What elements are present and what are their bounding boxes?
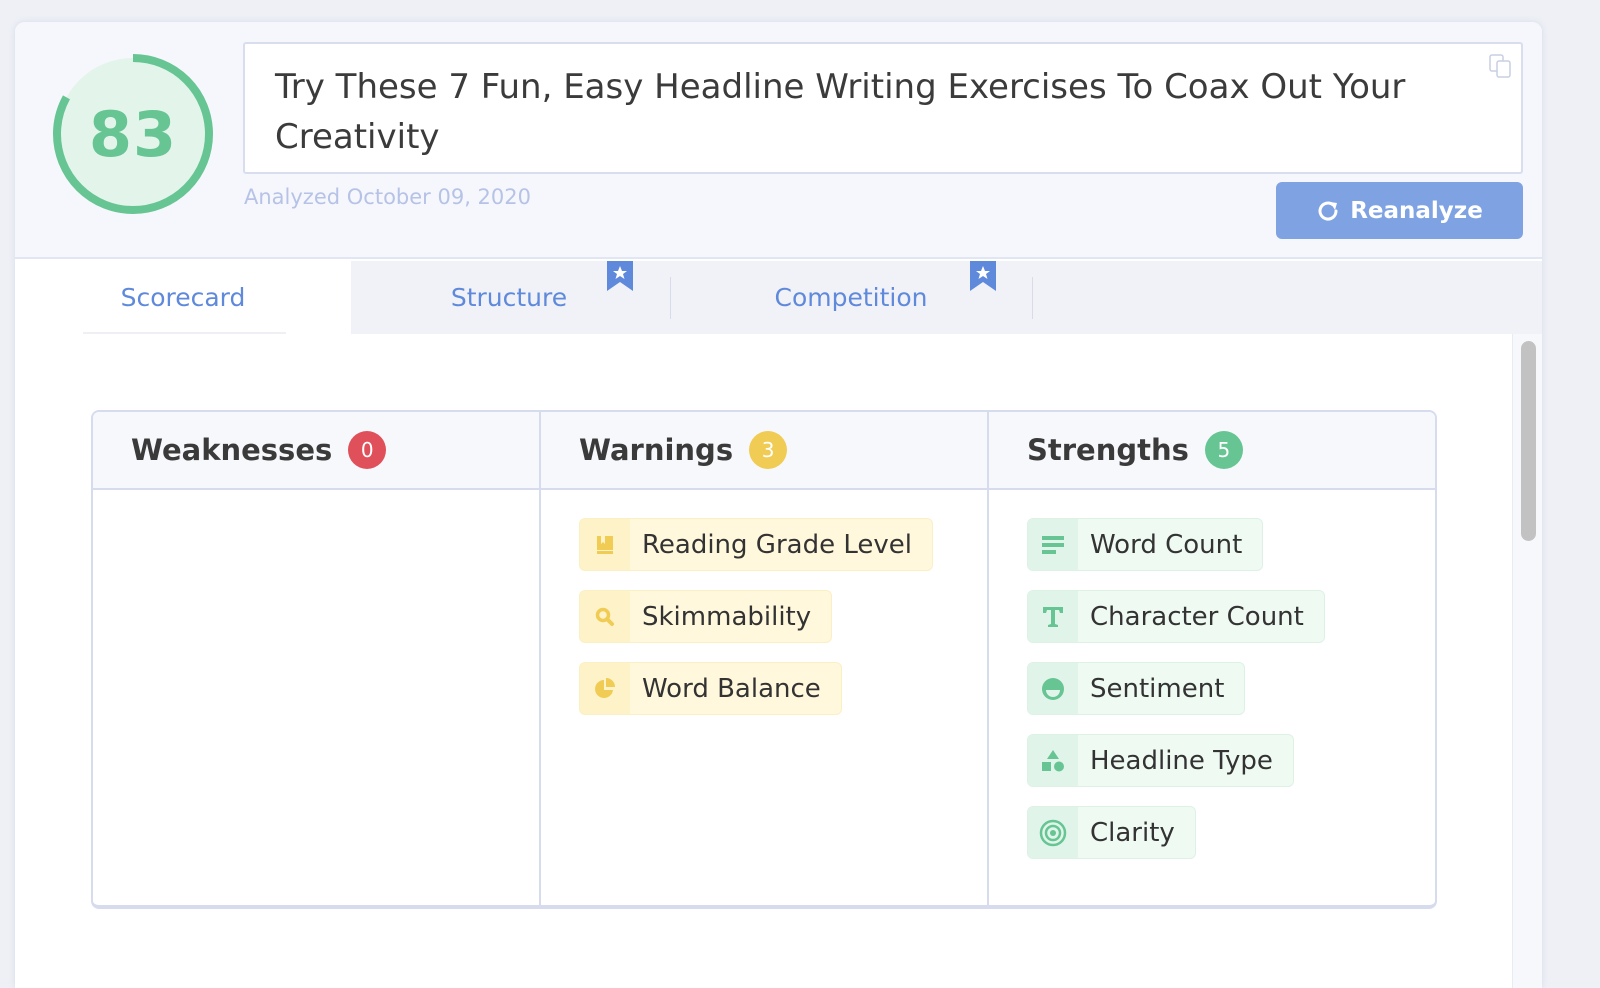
warnings-count-badge: 3 <box>749 431 788 469</box>
bookmark-star-icon <box>970 261 996 291</box>
target-icon <box>1039 819 1067 846</box>
tab-scorecard[interactable]: Scorecard <box>15 261 351 334</box>
smile-icon <box>1042 677 1064 700</box>
pie-chart-icon <box>595 677 615 698</box>
lines-icon <box>1042 535 1064 554</box>
strengths-header: Strengths 5 <box>989 412 1435 490</box>
scrollbar-thumb[interactable] <box>1521 341 1536 541</box>
warnings-header: Warnings 3 <box>541 412 987 490</box>
chip-label: Reading Grade Level <box>642 529 912 560</box>
strengths-list: Word Count Character Count Sentiment Hea… <box>989 490 1435 878</box>
warning-item-word-balance[interactable]: Word Balance <box>579 662 842 715</box>
chip-label: Headline Type <box>1090 745 1273 776</box>
scrollbar[interactable] <box>1512 334 1542 988</box>
warning-item-skimmability[interactable]: Skimmability <box>579 590 833 643</box>
chip-label: Word Balance <box>642 673 821 704</box>
scorecard-table: Weaknesses 0 Warnings 3 Reading Grade Le… <box>91 410 1437 909</box>
warnings-title: Warnings <box>579 433 734 467</box>
weaknesses-column: Weaknesses 0 <box>93 412 539 905</box>
strength-item-sentiment[interactable]: Sentiment <box>1027 662 1246 715</box>
shapes-icon <box>1042 749 1064 771</box>
headline-text[interactable]: Try These 7 Fun, Easy Headline Writing E… <box>275 67 1405 157</box>
warnings-column: Warnings 3 Reading Grade Level Skimmabil… <box>539 412 987 905</box>
strength-item-clarity[interactable]: Clarity <box>1027 806 1196 859</box>
strength-item-character-count[interactable]: Character Count <box>1027 590 1325 643</box>
analyzer-panel: 83 Try These 7 Fun, Easy Headline Writin… <box>15 22 1542 988</box>
weaknesses-header: Weaknesses 0 <box>93 412 539 490</box>
chip-label: Sentiment <box>1090 673 1225 704</box>
copy-icon[interactable] <box>1487 53 1513 79</box>
strengths-count-badge: 5 <box>1204 431 1243 469</box>
tab-bar: Scorecard Structure Competition <box>15 261 1542 334</box>
warning-item-reading-grade-level[interactable]: Reading Grade Level <box>579 518 933 571</box>
chip-label: Character Count <box>1090 601 1304 632</box>
refresh-icon <box>1318 201 1338 220</box>
text-t-icon <box>1043 606 1063 627</box>
weaknesses-list <box>93 490 539 518</box>
weaknesses-title: Weaknesses <box>131 433 333 467</box>
tab-divider <box>1032 277 1033 319</box>
strength-item-headline-type[interactable]: Headline Type <box>1027 734 1294 787</box>
chip-label: Skimmability <box>642 601 812 632</box>
chip-label: Clarity <box>1090 817 1175 848</box>
strength-item-word-count[interactable]: Word Count <box>1027 518 1264 571</box>
reanalyze-label: Reanalyze <box>1350 197 1483 224</box>
headline-input[interactable]: Try These 7 Fun, Easy Headline Writing E… <box>243 42 1523 174</box>
weaknesses-count-badge: 0 <box>348 431 387 469</box>
reanalyze-button[interactable]: Reanalyze <box>1276 182 1523 239</box>
strengths-title: Strengths <box>1027 433 1189 467</box>
warnings-list: Reading Grade Level Skimmability Word Ba… <box>541 490 987 734</box>
tab-active-underline <box>83 332 286 334</box>
strengths-column: Strengths 5 Word Count Character Count S… <box>987 412 1435 905</box>
header: 83 Try These 7 Fun, Easy Headline Writin… <box>15 22 1542 259</box>
chip-label: Word Count <box>1090 529 1243 560</box>
analyzed-date: Analyzed October 09, 2020 <box>244 185 531 209</box>
bookmark-star-icon <box>607 261 633 291</box>
search-icon <box>595 607 614 626</box>
tab-structure-label: Structure <box>450 283 568 312</box>
score-value: 83 <box>88 97 178 171</box>
book-icon <box>597 535 613 554</box>
tab-competition-label: Competition <box>774 283 928 312</box>
tab-scorecard-label: Scorecard <box>120 283 246 312</box>
